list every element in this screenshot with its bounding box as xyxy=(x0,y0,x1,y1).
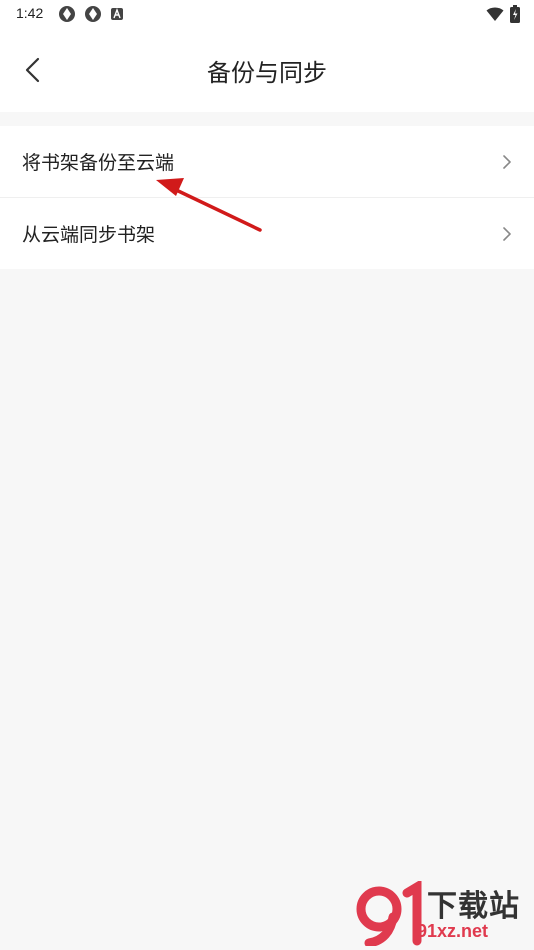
aperture-icon xyxy=(85,6,101,22)
chevron-right-icon xyxy=(503,154,511,169)
notification-icons xyxy=(58,5,124,23)
page-title: 备份与同步 xyxy=(207,59,327,87)
status-time: 1:42 xyxy=(16,5,44,21)
menu-item-label: 将书架备份至云端 xyxy=(22,152,175,174)
app-a-icon xyxy=(111,8,123,20)
backup-to-cloud-item[interactable]: 将书架备份至云端 xyxy=(0,126,534,197)
screen: 1:42 备份与同步 将书架备份至云端 从云端同步书架 下载站 91xz.net xyxy=(0,0,534,950)
sync-from-cloud-item[interactable]: 从云端同步书架 xyxy=(0,197,534,269)
battery-charging-icon xyxy=(510,5,520,23)
system-icons xyxy=(486,5,520,23)
watermark-logo: 下载站 91xz.net xyxy=(355,881,530,946)
menu-item-label: 从云端同步书架 xyxy=(22,224,156,246)
sync-menu: 将书架备份至云端 从云端同步书架 xyxy=(0,126,534,269)
chevron-right-icon xyxy=(503,226,511,241)
status-bar: 1:42 xyxy=(0,0,534,28)
watermark-91-logo xyxy=(356,881,422,946)
watermark-url: 91xz.net xyxy=(417,921,489,941)
watermark-brand: 下载站 xyxy=(427,889,520,924)
wifi-icon xyxy=(486,7,504,21)
app-header: 备份与同步 xyxy=(0,28,534,112)
aperture-icon xyxy=(59,6,75,22)
